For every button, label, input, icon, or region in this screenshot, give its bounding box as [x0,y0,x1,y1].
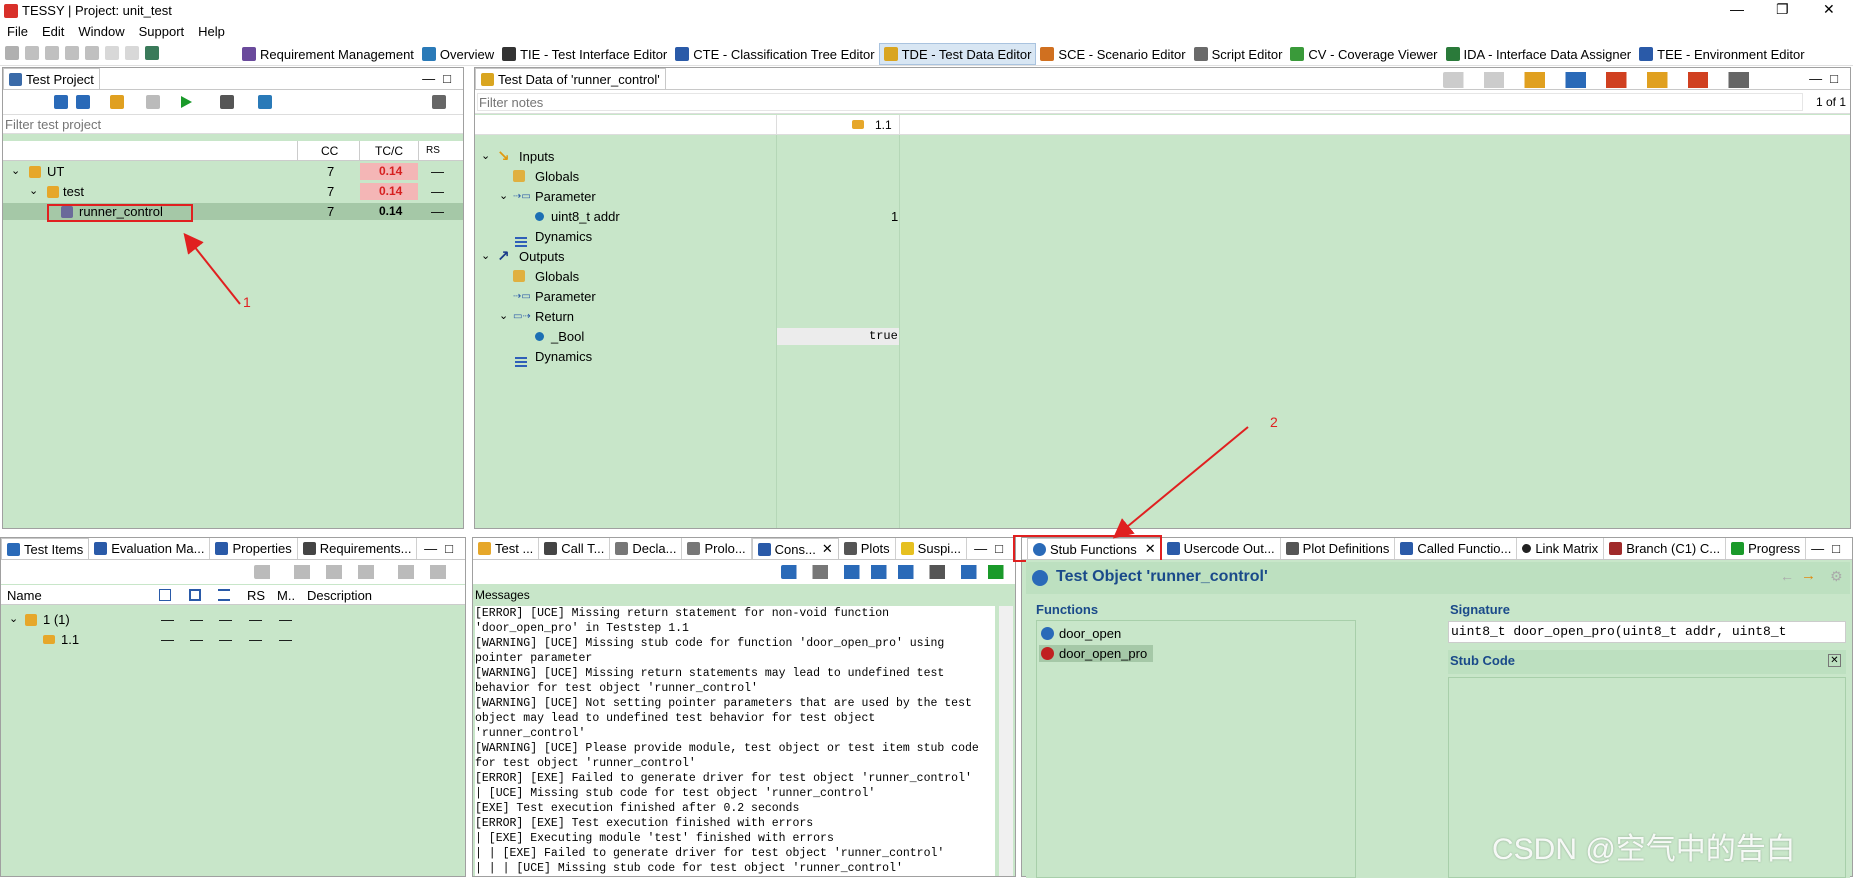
annotation-label-1: 1 [243,294,251,310]
annotation-label-2: 2 [1270,414,1278,430]
annotation-arrows [183,232,1249,539]
annotation-arrow-1 [183,232,241,305]
annotation-arrow-2 [1112,426,1249,539]
watermark: CSDN @空气中的告白 [1492,833,1796,866]
